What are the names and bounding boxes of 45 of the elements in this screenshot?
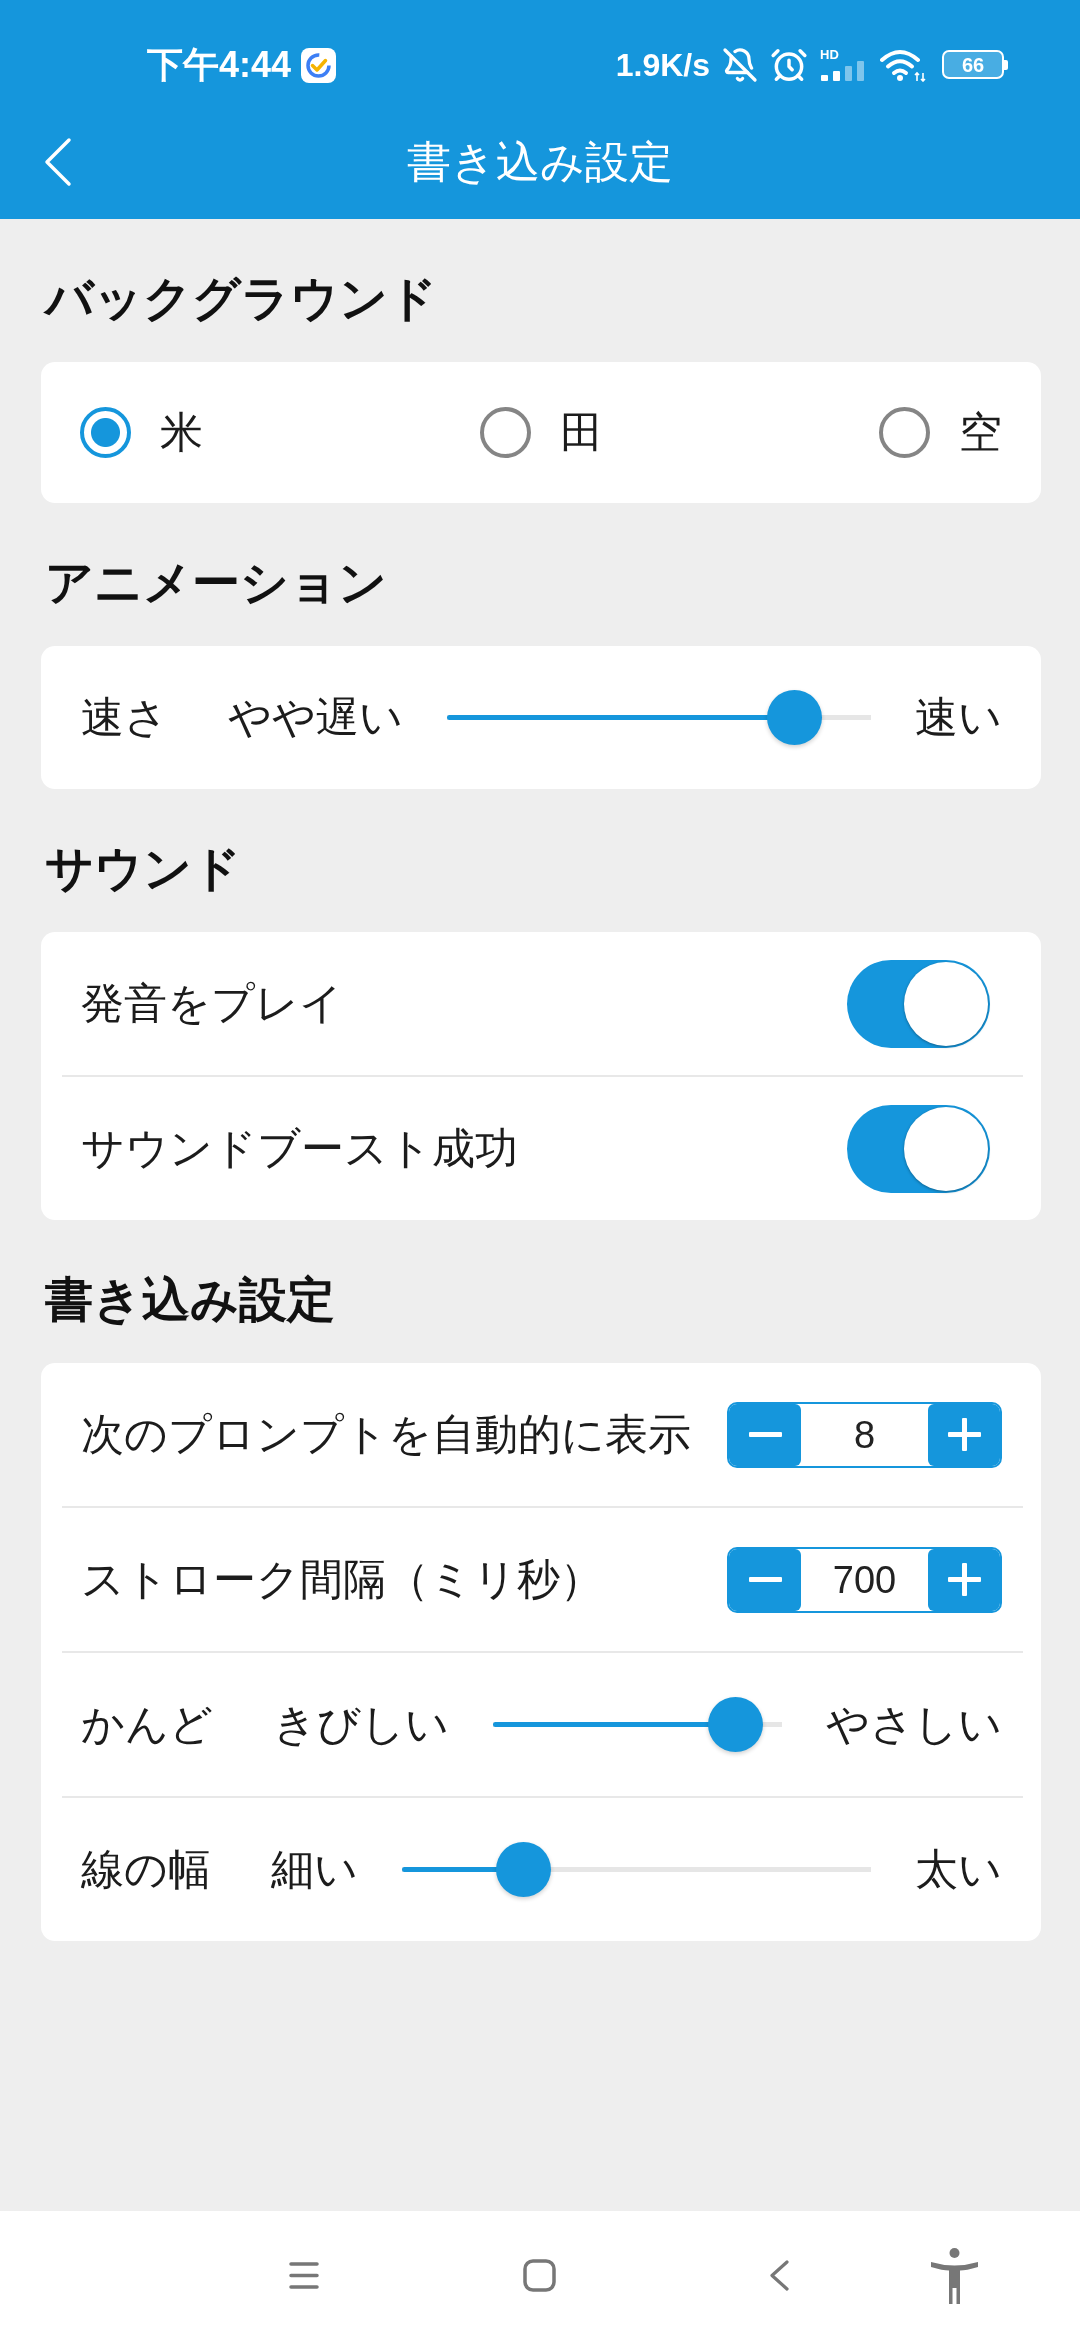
minus-icon <box>748 1577 782 1582</box>
radio-option[interactable]: 田 <box>479 406 603 459</box>
bell-off-icon <box>722 47 758 83</box>
radio-option[interactable]: 米 <box>80 406 203 459</box>
setting-label: 速さ <box>81 691 168 743</box>
slider-thumb[interactable] <box>708 1697 764 1752</box>
plus-button[interactable] <box>928 1403 1000 1466</box>
radio-option[interactable]: 空 <box>879 406 1002 459</box>
setting-label: 次のプロンプトを自動的に表示 <box>81 1408 691 1460</box>
slider-min-label: 細い <box>271 1843 358 1895</box>
slider-min-label: きびしい <box>273 1698 449 1750</box>
setting-label: ストローク間隔（ミリ秒） <box>81 1553 603 1605</box>
slider-thumb[interactable] <box>767 690 823 745</box>
slider-max-label: 速い <box>915 691 1002 743</box>
back-icon[interactable] <box>770 2260 789 2291</box>
alarm-clock-icon <box>770 46 808 84</box>
section-title: 書き込み設定 <box>45 1272 335 1328</box>
battery-level-text: 66 <box>961 55 985 75</box>
setting-label: 線の幅 <box>81 1843 211 1895</box>
screen-title: 書き込み設定 <box>406 135 674 188</box>
stepper-value: 700 <box>831 1557 898 1603</box>
square-icon[interactable] <box>523 2259 556 2292</box>
setting-label: かんど <box>81 1698 213 1750</box>
section-title: バックグラウンド <box>45 271 437 327</box>
network-speed: 1.9K/s <box>615 45 710 85</box>
minus-button[interactable] <box>729 1548 801 1611</box>
section-title: サウンド <box>45 841 241 897</box>
stepper-value: 8 <box>852 1412 877 1458</box>
slider-min-label: やや遅い <box>228 691 403 743</box>
plus-icon <box>947 1418 981 1451</box>
plus-button[interactable] <box>928 1548 1000 1611</box>
plus-icon <box>947 1563 981 1596</box>
signal-label: HD <box>820 48 839 62</box>
slider-max-label: 太い <box>915 1843 1002 1895</box>
setting-label: 発音をプレイ <box>81 977 343 1029</box>
section-title: アニメーション <box>45 555 387 611</box>
slider-max-label: やさしい <box>826 1698 1002 1750</box>
menu-icon[interactable] <box>289 2262 319 2289</box>
minus-button[interactable] <box>729 1403 801 1466</box>
minus-icon <box>748 1432 782 1437</box>
wifi-icon <box>880 48 926 82</box>
slider-thumb[interactable] <box>496 1842 552 1897</box>
accessibility-icon[interactable] <box>930 2247 979 2304</box>
setting-label: サウンドブースト成功 <box>81 1122 518 1174</box>
status-time: 下午4:44 <box>147 43 292 87</box>
